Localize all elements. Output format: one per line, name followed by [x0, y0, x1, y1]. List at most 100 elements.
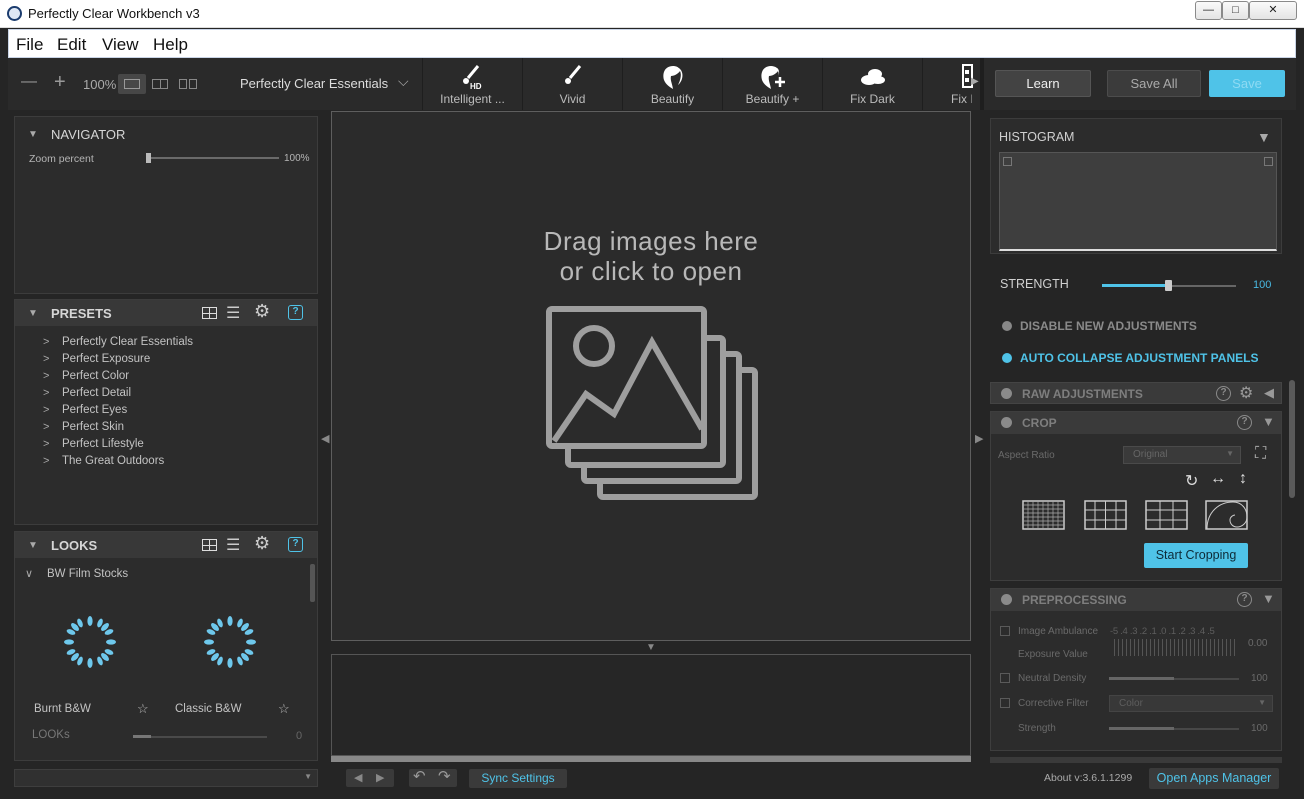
- collapse-left-icon[interactable]: ◀: [321, 432, 329, 445]
- corrective-filter-checkbox[interactable]: [1000, 698, 1010, 708]
- grid-view-icon[interactable]: [202, 539, 217, 551]
- collapse-triangle-icon[interactable]: ▼: [1262, 414, 1275, 429]
- collapse-triangle-icon[interactable]: ▼: [1257, 129, 1271, 145]
- strength-slider-thumb[interactable]: [1165, 280, 1172, 291]
- section-toggle-icon[interactable]: [1001, 388, 1012, 399]
- learn-button[interactable]: Learn: [995, 70, 1091, 97]
- scroll-right-icon[interactable]: ▶: [971, 76, 979, 87]
- sync-settings-button[interactable]: Sync Settings: [469, 769, 567, 788]
- gear-icon[interactable]: ⚙: [254, 301, 270, 322]
- tool-beautify-plus[interactable]: Beautify +: [722, 58, 822, 110]
- section-toggle-icon[interactable]: [1001, 417, 1012, 428]
- menu-view[interactable]: View: [102, 35, 139, 55]
- chevron-down-icon[interactable]: ∨: [25, 567, 33, 580]
- flip-horizontal-icon[interactable]: ↔: [1210, 470, 1226, 488]
- aspect-ratio-select[interactable]: Original ▼: [1123, 446, 1241, 464]
- tool-beautify[interactable]: Beautify: [622, 58, 722, 110]
- gear-icon[interactable]: ⚙: [1239, 383, 1253, 403]
- save-button[interactable]: Save: [1209, 70, 1285, 97]
- start-cropping-button[interactable]: Start Cropping: [1144, 543, 1248, 568]
- collapse-right-icon[interactable]: ▶: [975, 432, 983, 445]
- disable-new-adjustments-label[interactable]: DISABLE NEW ADJUSTMENTS: [1020, 319, 1197, 333]
- looks-group-label[interactable]: BW Film Stocks: [47, 568, 128, 580]
- section-toggle-icon[interactable]: [1001, 594, 1012, 605]
- rule-of-thirds-icon[interactable]: [1145, 500, 1188, 530]
- collapse-filmstrip-icon[interactable]: ▼: [646, 642, 656, 653]
- grid-overlay-icon[interactable]: [1084, 500, 1127, 530]
- chevron-right-icon[interactable]: >: [43, 404, 49, 416]
- menu-edit[interactable]: Edit: [57, 35, 86, 55]
- maximize-button[interactable]: □: [1222, 1, 1249, 20]
- preset-item[interactable]: Perfect Lifestyle: [62, 438, 144, 450]
- star-icon[interactable]: ☆: [278, 701, 290, 717]
- look-item-label[interactable]: Burnt B&W: [34, 703, 91, 715]
- minimize-button[interactable]: —: [1195, 1, 1222, 20]
- menu-help[interactable]: Help: [153, 35, 188, 55]
- chevron-right-icon[interactable]: >: [43, 438, 49, 450]
- close-button[interactable]: ✕: [1249, 1, 1297, 20]
- previous-image-icon[interactable]: ◀: [354, 771, 362, 784]
- neutral-density-checkbox[interactable]: [1000, 673, 1010, 683]
- help-icon[interactable]: ?: [1237, 592, 1252, 607]
- list-view-icon[interactable]: ☰: [226, 535, 240, 555]
- star-icon[interactable]: ☆: [137, 701, 149, 717]
- chevron-right-icon[interactable]: >: [43, 455, 49, 467]
- next-image-icon[interactable]: ▶: [376, 771, 384, 784]
- flip-vertical-icon[interactable]: ↕: [1239, 470, 1247, 488]
- raw-adjustments-header[interactable]: RAW ADJUSTMENTS ? ⚙ ◀: [990, 382, 1282, 404]
- preset-item[interactable]: Perfect Detail: [62, 387, 131, 399]
- chevron-right-icon[interactable]: >: [43, 370, 49, 382]
- zoom-in-button[interactable]: +: [54, 71, 66, 94]
- tool-vivid[interactable]: Vivid: [522, 58, 622, 110]
- chevron-down-icon[interactable]: ⌵: [398, 73, 409, 90]
- tool-fix-partial[interactable]: Fix I: [922, 58, 973, 110]
- collapse-triangle-icon[interactable]: ▼: [28, 308, 38, 319]
- grid-view-icon[interactable]: [202, 307, 217, 319]
- redo-icon[interactable]: ↷: [438, 767, 451, 785]
- collapse-left-icon[interactable]: ◀: [1264, 385, 1274, 401]
- preset-item[interactable]: The Great Outdoors: [62, 455, 164, 467]
- help-icon[interactable]: ?: [288, 537, 303, 552]
- zoom-slider-thumb[interactable]: [146, 153, 151, 163]
- menu-file[interactable]: File: [16, 35, 43, 55]
- save-all-button[interactable]: Save All: [1107, 70, 1201, 97]
- rotate-icon[interactable]: ↻: [1185, 471, 1198, 491]
- tool-intelligent[interactable]: HD Intelligent ...: [422, 58, 522, 110]
- collapse-triangle-icon[interactable]: ▼: [28, 129, 38, 140]
- exposure-dial[interactable]: [1114, 639, 1238, 656]
- corrective-filter-select[interactable]: Color ▼: [1109, 695, 1273, 712]
- single-view-icon[interactable]: [118, 74, 146, 94]
- help-icon[interactable]: ?: [288, 305, 303, 320]
- crop-icon[interactable]: ⛶: [1255, 445, 1266, 463]
- preset-item[interactable]: Perfect Eyes: [62, 404, 127, 416]
- status-select[interactable]: ▼: [14, 769, 318, 787]
- grid-overlay-fine-icon[interactable]: [1022, 500, 1065, 530]
- golden-spiral-icon[interactable]: [1205, 500, 1248, 530]
- about-version[interactable]: About v:3.6.1.1299: [1044, 772, 1132, 784]
- look-item-label[interactable]: Classic B&W: [175, 703, 241, 715]
- split-view-icon[interactable]: [146, 74, 174, 94]
- looks-scrollbar[interactable]: [310, 564, 315, 602]
- chevron-right-icon[interactable]: >: [43, 353, 49, 365]
- undo-icon[interactable]: ↶: [413, 767, 426, 785]
- preset-item[interactable]: Perfectly Clear Essentials: [62, 336, 193, 348]
- compare-view-icon[interactable]: [174, 74, 202, 94]
- highlight-clipping-checkbox[interactable]: [1264, 157, 1273, 166]
- preset-item[interactable]: Perfect Color: [62, 370, 129, 382]
- auto-collapse-label[interactable]: AUTO COLLAPSE ADJUSTMENT PANELS: [1020, 351, 1258, 365]
- chevron-right-icon[interactable]: >: [43, 421, 49, 433]
- open-apps-manager-button[interactable]: Open Apps Manager: [1149, 768, 1279, 789]
- filmstrip-scrollbar[interactable]: [331, 756, 971, 762]
- image-ambulance-checkbox[interactable]: [1000, 626, 1010, 636]
- radio-auto-collapse[interactable]: [1002, 353, 1012, 363]
- list-view-icon[interactable]: ☰: [226, 303, 240, 323]
- zoom-slider[interactable]: [149, 157, 279, 159]
- looks-slider[interactable]: [133, 736, 267, 738]
- collapse-triangle-icon[interactable]: ▼: [28, 540, 38, 551]
- image-drop-zone[interactable]: Drag images here or click to open: [331, 111, 971, 641]
- shadow-clipping-checkbox[interactable]: [1003, 157, 1012, 166]
- gear-icon[interactable]: ⚙: [254, 533, 270, 554]
- collapse-triangle-icon[interactable]: ▼: [1262, 591, 1275, 606]
- preset-item[interactable]: Perfect Exposure: [62, 353, 150, 365]
- chevron-right-icon[interactable]: >: [43, 336, 49, 348]
